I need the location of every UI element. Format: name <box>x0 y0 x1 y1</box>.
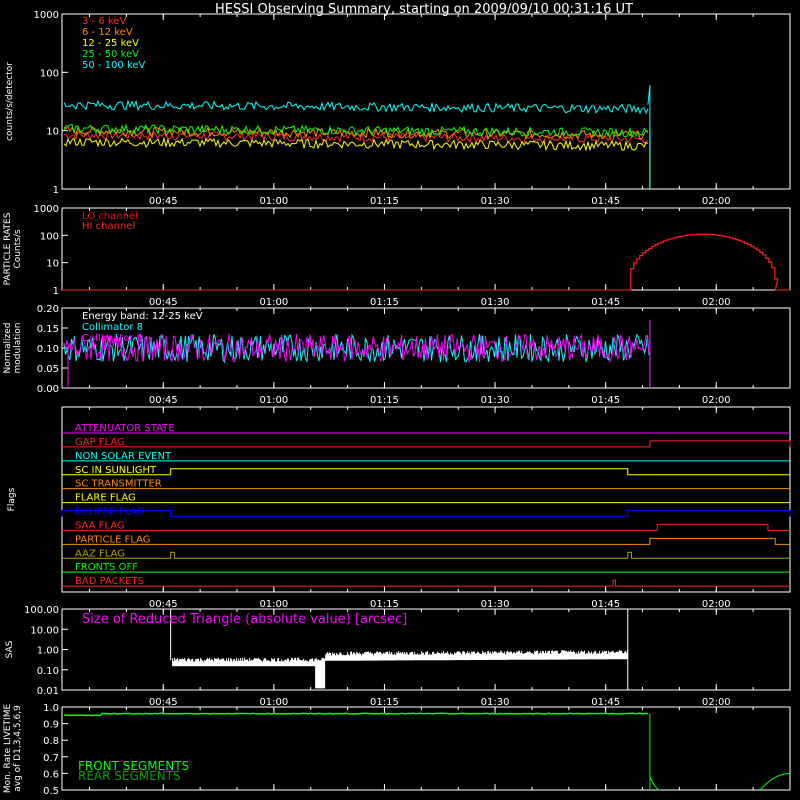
flag-label: SAA FLAG <box>75 520 125 531</box>
x-tick-label: 01:15 <box>370 599 399 610</box>
y-tick-label: 100.00 <box>24 605 59 616</box>
y-axis-label: Mon. Rate LIVETIME <box>3 704 13 794</box>
figure-title: HESSI Observing Summary, starting on 200… <box>215 2 633 17</box>
y-tick-label: 0.8 <box>43 736 59 747</box>
y-axis-label: modulation <box>13 323 23 374</box>
flag-label: AAZ FLAG <box>75 548 125 559</box>
flag-label: BAD PACKETS <box>75 576 144 587</box>
y-axis-label: Normalized <box>3 322 13 373</box>
x-tick-label: 02:00 <box>702 697 731 708</box>
x-tick-label: 01:30 <box>481 697 510 708</box>
y-tick-label: 10 <box>46 259 59 270</box>
y-axis-label: avg of D1,3,4,5,6,9 <box>13 705 23 792</box>
x-tick-label: 01:00 <box>259 599 288 610</box>
legend-entry: 50 - 100 keV <box>82 60 146 71</box>
legend-entry: 3 - 6 keV <box>82 16 126 27</box>
y-tick-label: 100 <box>40 231 59 242</box>
y-tick-label: 1.0 <box>43 703 59 714</box>
y-tick-label: 0.6 <box>43 769 59 780</box>
y-tick-label: 0.7 <box>43 753 59 764</box>
panel-title: Size of Reduced Triangle (absolute value… <box>82 612 407 627</box>
x-tick-label: 01:30 <box>481 196 510 207</box>
y-tick-label: 0.00 <box>37 384 59 395</box>
flag-label: NON SOLAR EVENT <box>75 451 172 462</box>
y-tick-label: 0.20 <box>37 304 59 315</box>
flag-label: SC IN SUNLIGHT <box>75 465 157 476</box>
flag-label: PARTICLE FLAG <box>75 534 151 545</box>
x-tick-label: 01:15 <box>370 196 399 207</box>
y-tick-label: 1000 <box>34 10 59 21</box>
x-tick-label: 02:00 <box>702 196 731 207</box>
y-tick-label: 10 <box>46 127 59 138</box>
x-tick-label: 01:15 <box>370 395 399 406</box>
x-tick-label: 02:00 <box>702 297 731 308</box>
x-tick-label: 01:15 <box>370 297 399 308</box>
y-tick-label: 0.01 <box>37 686 59 697</box>
y-tick-label: 1000 <box>34 204 59 215</box>
y-tick-label: 0.5 <box>43 786 59 797</box>
legend-entry: 25 - 50 keV <box>82 49 139 60</box>
figure: HESSI Observing Summary, starting on 200… <box>0 0 800 800</box>
x-tick-label: 00:45 <box>149 196 178 207</box>
y-tick-label: 0.05 <box>37 364 59 375</box>
x-tick-label: 00:45 <box>149 297 178 308</box>
y-axis-label: Flags <box>7 487 17 511</box>
flag-label: SC TRANSMITTER <box>75 479 162 490</box>
annotation: Collimator 9 <box>82 333 143 344</box>
y-tick-label: 10.00 <box>30 625 59 636</box>
annotation: Collimator 8 <box>82 322 143 333</box>
x-tick-label: 01:30 <box>481 395 510 406</box>
y-axis-label: counts/s/detector <box>5 62 15 141</box>
annotation: Energy band: 12-25 keV <box>82 311 203 322</box>
y-tick-label: 0.10 <box>37 344 59 355</box>
x-tick-label: 01:30 <box>481 297 510 308</box>
y-axis-label: SAS <box>5 640 15 658</box>
x-tick-label: 00:45 <box>149 697 178 708</box>
y-tick-label: 0.9 <box>43 720 59 731</box>
legend-entry: REAR SEGMENTS <box>78 769 181 783</box>
y-tick-label: 0.15 <box>37 324 59 335</box>
flag-label: FRONTS OFF <box>75 562 138 573</box>
x-tick-label: 02:00 <box>702 395 731 406</box>
flag-label: ATTENUATOR STATE <box>75 423 175 434</box>
x-tick-label: 01:00 <box>259 297 288 308</box>
flag-label: FLARE FLAG <box>75 493 136 504</box>
x-tick-label: 00:45 <box>149 395 178 406</box>
legend-entry: 6 - 12 keV <box>82 27 133 38</box>
legend-entry: HI channel <box>82 221 135 232</box>
y-tick-label: 1 <box>53 286 59 297</box>
x-tick-label: 01:45 <box>591 196 620 207</box>
x-tick-label: 01:45 <box>591 599 620 610</box>
y-tick-label: 1.00 <box>37 646 59 657</box>
x-tick-label: 01:45 <box>591 395 620 406</box>
x-tick-label: 01:00 <box>259 697 288 708</box>
x-tick-label: 02:00 <box>702 599 731 610</box>
flag-label: ECLIPSE FLAG <box>75 507 145 518</box>
y-tick-label: 100 <box>40 68 59 79</box>
y-axis-label: PARTICLE RATES <box>3 212 13 285</box>
x-tick-label: 01:00 <box>259 196 288 207</box>
y-tick-label: 1 <box>53 185 59 196</box>
flag-label: GAP FLAG <box>75 437 125 448</box>
x-tick-label: 01:45 <box>591 697 620 708</box>
y-axis-label: Counts/s <box>13 229 23 268</box>
y-tick-label: 0.10 <box>37 666 59 677</box>
x-tick-label: 00:45 <box>149 599 178 610</box>
x-tick-label: 01:45 <box>591 297 620 308</box>
x-tick-label: 01:00 <box>259 395 288 406</box>
x-tick-label: 01:30 <box>481 599 510 610</box>
x-tick-label: 01:15 <box>370 697 399 708</box>
legend-entry: 12 - 25 keV <box>82 38 139 49</box>
